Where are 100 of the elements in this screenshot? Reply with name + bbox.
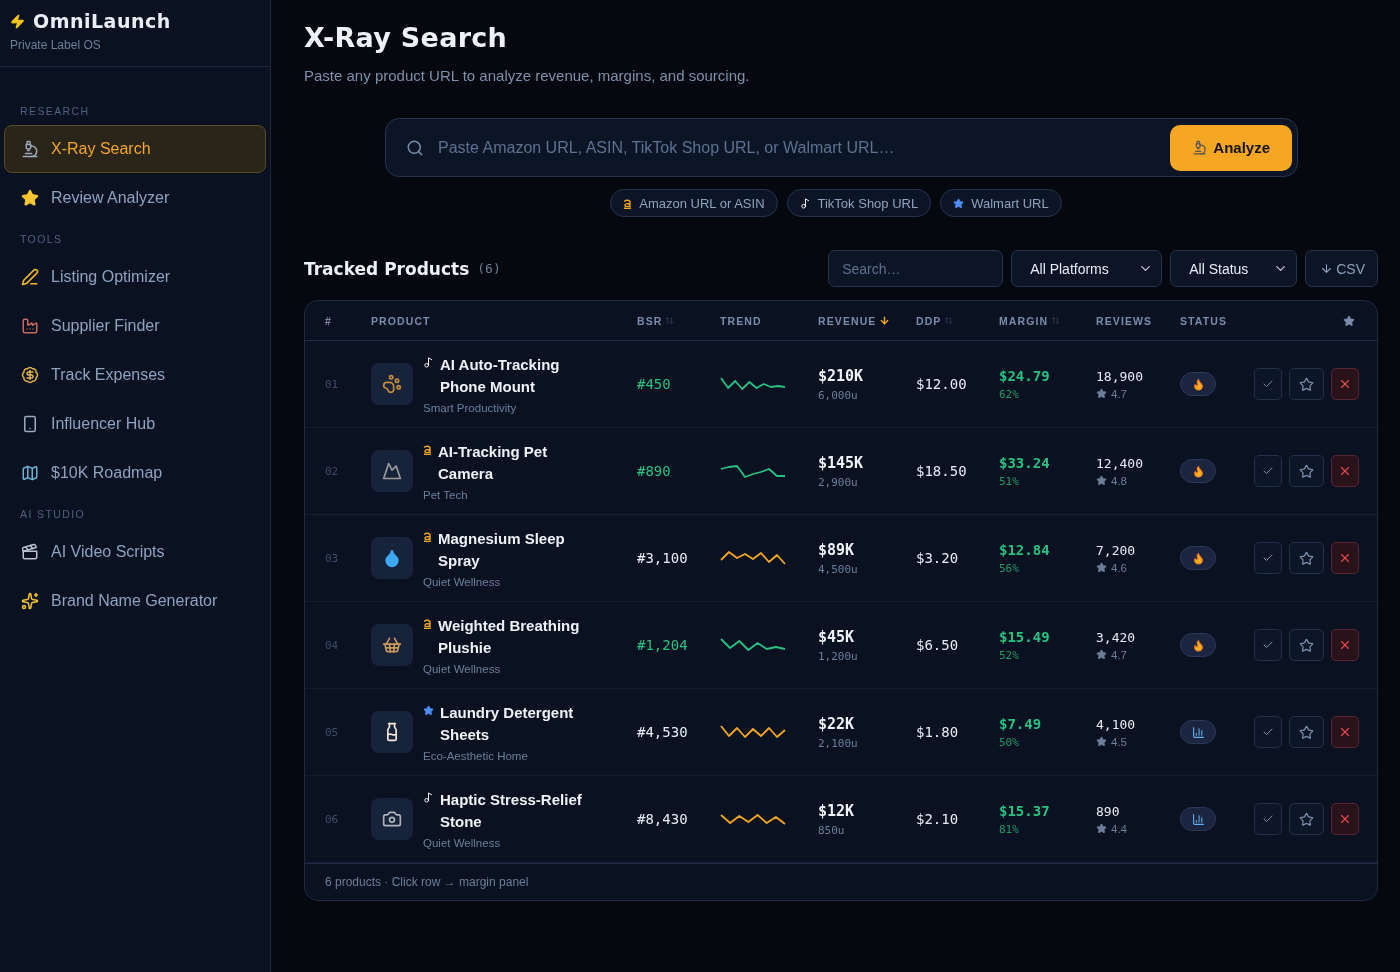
- url-search-field[interactable]: Paste Amazon URL, ASIN, TikTok Shop URL, or Walmart URL… Analyze: [385, 118, 1298, 177]
- remove-button[interactable]: [1331, 368, 1359, 400]
- music-note-icon: [799, 197, 811, 209]
- favorite-button[interactable]: [1289, 803, 1324, 835]
- amazon-icon: [423, 531, 432, 542]
- rating-value: 4.7: [1111, 387, 1127, 400]
- sidebar-item[interactable]: $10K Roadmap: [4, 449, 266, 497]
- product-category: Quiet Wellness: [423, 576, 501, 588]
- margin-percent: 81%: [999, 822, 1019, 836]
- approve-button[interactable]: [1254, 629, 1282, 661]
- platform-chip[interactable]: TikTok Shop URL: [786, 189, 932, 217]
- flame-icon: [1191, 638, 1205, 652]
- margin-percent: 51%: [999, 474, 1019, 488]
- rating-value: 4.6: [1111, 561, 1127, 574]
- table-row[interactable]: 02 AI-Tracking Pet Camera Pet Tech #890 $145K 2,900u $18.50 $33.24 51% 12,400 4.8: [305, 428, 1377, 515]
- row-number: 03: [325, 551, 340, 565]
- map-icon: [21, 464, 39, 482]
- analyze-button[interactable]: Analyze: [1170, 124, 1292, 171]
- units-value: 1,200u: [818, 649, 858, 663]
- product-category: Eco-Aesthetic Home: [423, 750, 528, 762]
- section-heading: Tracked Products: [304, 258, 470, 279]
- sidebar-item[interactable]: Supplier Finder: [4, 302, 266, 350]
- csv-button[interactable]: CSV: [1305, 250, 1378, 287]
- drop-icon: [382, 548, 402, 568]
- column-header: TREND: [720, 314, 762, 327]
- basket-icon: [382, 635, 402, 655]
- section-title: AI STUDIO: [19, 507, 87, 522]
- amazon-icon: [423, 618, 432, 629]
- column-header: PRODUCT: [371, 314, 431, 327]
- table-row[interactable]: 06 Haptic Stress-Relief Stone Quiet Wellness #8,430 $12K 850u $2.10 $15.37 81% 890 4.4: [305, 776, 1377, 863]
- close-icon: [1338, 464, 1352, 478]
- favorite-button[interactable]: [1289, 629, 1324, 661]
- sidebar-item[interactable]: Listing Optimizer: [4, 253, 266, 301]
- ddp-value: $6.50: [916, 637, 960, 653]
- dollar-icon: [21, 366, 39, 384]
- remove-button[interactable]: [1331, 629, 1359, 661]
- margin-value: $7.49: [999, 715, 1042, 732]
- column-header: STATUS: [1180, 314, 1228, 327]
- star-icon: [1096, 736, 1107, 747]
- close-icon: [1338, 725, 1352, 739]
- star-icon: [1096, 562, 1107, 573]
- app-logo: OmniLaunch: [33, 10, 171, 32]
- sidebar-item[interactable]: X-Ray Search: [4, 125, 266, 173]
- remove-button[interactable]: [1331, 542, 1359, 574]
- search-icon: [406, 138, 424, 157]
- table-row[interactable]: 04 Weighted Breathing Plushie Quiet Wellness #1,204 $45K 1,200u $6.50 $15.49 52% 3,420 4.7: [305, 602, 1377, 689]
- row-number: 02: [325, 464, 340, 478]
- sidebar-item[interactable]: AI Video Scripts: [4, 528, 266, 576]
- approve-button[interactable]: [1254, 455, 1282, 487]
- sidebar-item[interactable]: Brand Name Generator: [4, 577, 266, 625]
- camera-icon: [382, 809, 402, 829]
- status-select[interactable]: All Status: [1170, 250, 1298, 287]
- favorite-button[interactable]: [1289, 368, 1324, 400]
- close-icon: [1338, 377, 1352, 391]
- approve-button[interactable]: [1254, 803, 1282, 835]
- bar-chart-icon: [1191, 725, 1205, 739]
- sort-icon[interactable]: [665, 316, 675, 325]
- search-field[interactable]: Search…: [828, 250, 1004, 287]
- revenue-value: $22K: [818, 714, 855, 733]
- sort-down-icon[interactable]: [879, 315, 891, 326]
- approve-button[interactable]: [1254, 542, 1282, 574]
- platform-select[interactable]: All Platforms: [1011, 250, 1163, 287]
- review-count: 890: [1096, 803, 1120, 819]
- bsr-value: #1,204: [637, 637, 689, 653]
- margin-percent: 52%: [999, 648, 1019, 662]
- table-row[interactable]: 01 AI Auto-Tracking Phone Mount Smart Productivity #450 $210K 6,000u $12.00 $24.79 62% 18,900 4.7: [305, 341, 1377, 428]
- platform-chip[interactable]: Walmart URL: [940, 189, 1062, 217]
- margin-value: $12.84: [999, 541, 1050, 558]
- factory-icon: [21, 317, 39, 335]
- units-value: 2,900u: [818, 475, 858, 489]
- rating-value: 4.4: [1111, 822, 1127, 835]
- favorite-button[interactable]: [1289, 716, 1324, 748]
- favorite-button[interactable]: [1289, 455, 1324, 487]
- check-icon: [1262, 813, 1274, 825]
- remove-button[interactable]: [1331, 716, 1359, 748]
- remove-button[interactable]: [1331, 455, 1359, 487]
- close-icon: [1338, 551, 1352, 565]
- flame-icon: [1191, 377, 1205, 391]
- close-icon: [1338, 812, 1352, 826]
- table-row[interactable]: 03 Magnesium Sleep Spray Quiet Wellness #3,100 $89K 4,500u $3.20 $12.84 56% 7,200 4.6: [305, 515, 1377, 602]
- rating-value: 4.5: [1111, 735, 1127, 748]
- sidebar-item[interactable]: Influencer Hub: [4, 400, 266, 448]
- review-count: 7,200: [1096, 542, 1136, 558]
- product-name: AI Auto-Tracking Phone Mount: [440, 355, 561, 397]
- sort-icon[interactable]: [1051, 316, 1061, 325]
- clapperboard-icon: [21, 543, 39, 561]
- approve-button[interactable]: [1254, 368, 1282, 400]
- flame-icon: [1191, 551, 1205, 565]
- sort-icon[interactable]: [944, 316, 954, 325]
- approve-button[interactable]: [1254, 716, 1282, 748]
- product-name: Laundry Detergent Sheets: [440, 703, 575, 745]
- sidebar-item[interactable]: Track Expenses: [4, 351, 266, 399]
- column-header: #: [325, 314, 332, 327]
- favorite-button[interactable]: [1289, 542, 1324, 574]
- remove-button[interactable]: [1331, 803, 1359, 835]
- rating-value: 4.8: [1111, 474, 1127, 487]
- row-number: 05: [325, 725, 340, 739]
- table-row[interactable]: 05 Laundry Detergent Sheets Eco-Aesthetic Home #4,530 $22K 2,100u $1.80 $7.49 50% 4,100 4.5: [305, 689, 1377, 776]
- sidebar-item[interactable]: Review Analyzer: [4, 174, 266, 222]
- platform-chip[interactable]: Amazon URL or ASIN: [610, 189, 778, 217]
